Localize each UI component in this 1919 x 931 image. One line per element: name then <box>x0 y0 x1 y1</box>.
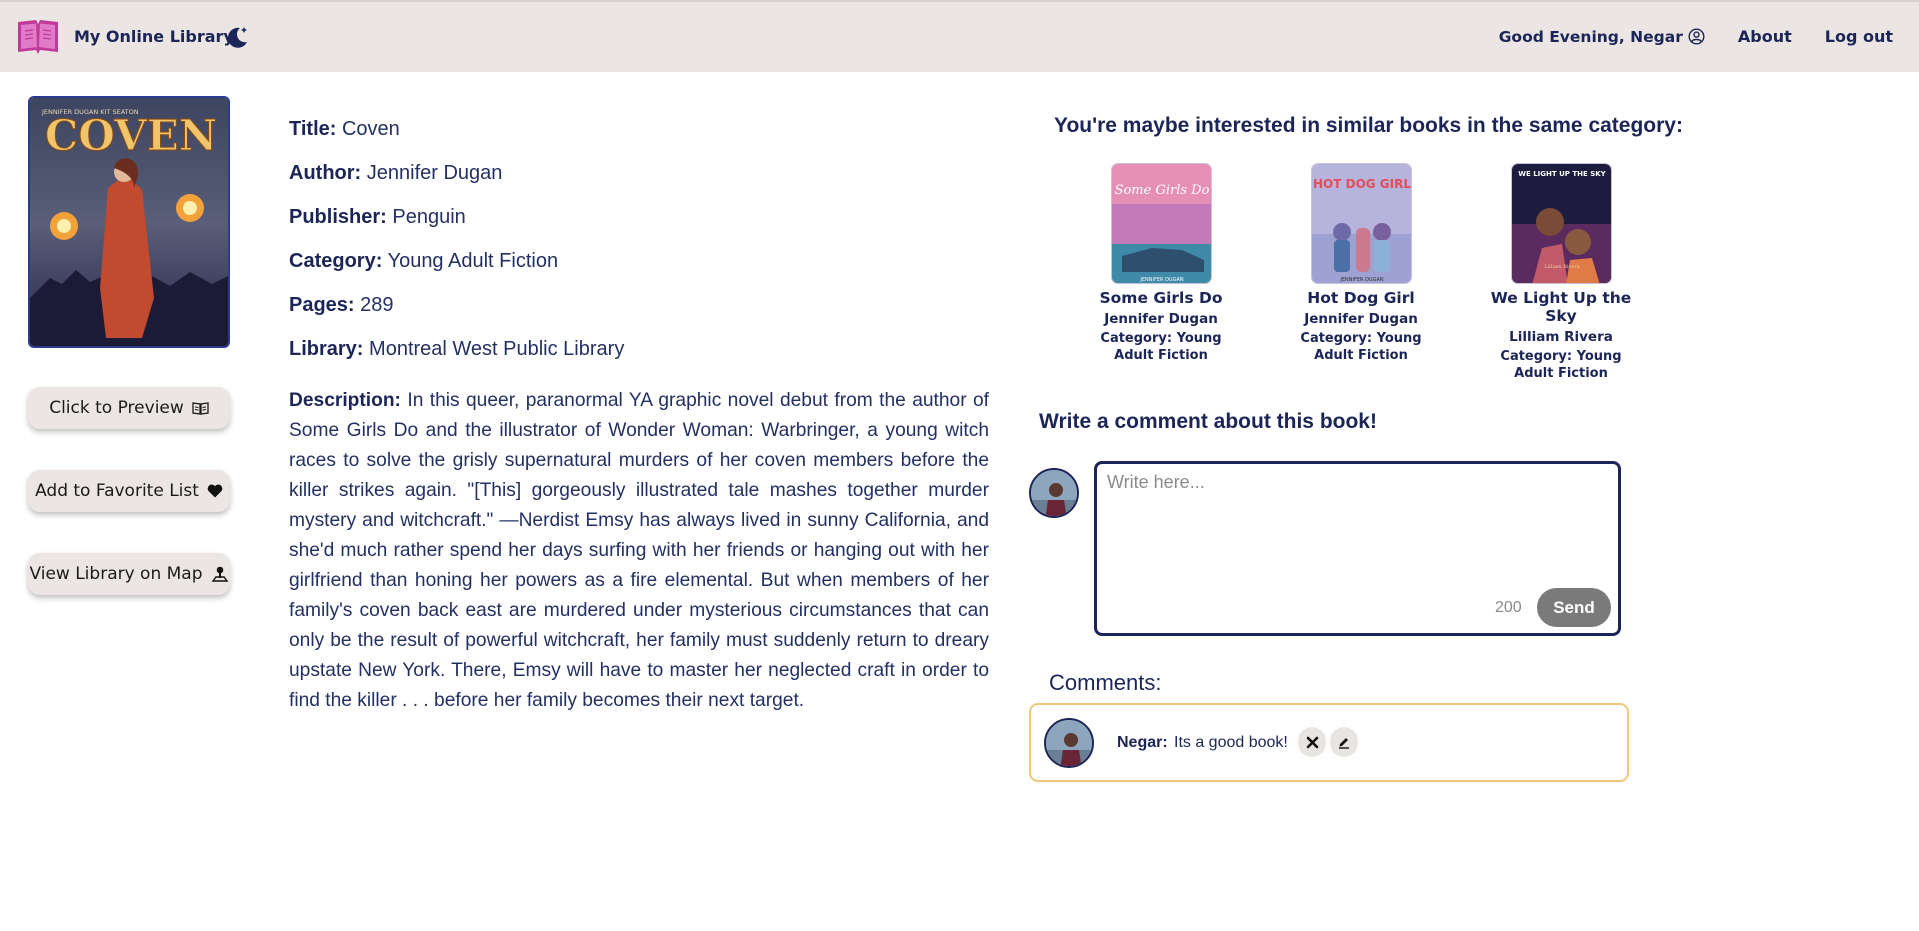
description-label: Description: <box>289 390 401 411</box>
detail-library: Library: Montreal West Public Library <box>289 334 989 378</box>
brand-link[interactable]: My Online Library <box>16 16 234 56</box>
book-details: Title: Coven Author: Jennifer Dugan Publ… <box>289 114 989 716</box>
navbar: My Online Library Good Evening, Negar Ab… <box>0 0 1919 72</box>
cover-author-text: JENNIFER DUGAN <box>1139 277 1183 283</box>
similar-book-title[interactable]: We Light Up the Sky <box>1481 289 1641 325</box>
delete-comment-button[interactable] <box>1298 727 1326 757</box>
cover-author-text: Lilliam Rivera <box>1544 264 1580 270</box>
similar-book-author: Jennifer Dugan <box>1304 311 1418 327</box>
pages-value: 289 <box>360 294 394 316</box>
preview-button[interactable]: Click to Preview <box>28 387 230 429</box>
similar-book-cover[interactable]: WE LIGHT UP THE SKY Lilliam Rivera <box>1510 163 1612 284</box>
comments-heading: Comments: <box>1049 670 1162 695</box>
heart-icon <box>207 484 223 498</box>
similar-book-cover[interactable]: Some Girls Do JENNIFER DUGAN <box>1110 163 1212 284</box>
similar-book-card[interactable]: WE LIGHT UP THE SKY Lilliam Rivera We Li… <box>1481 163 1641 382</box>
preview-label: Click to Preview <box>49 398 184 418</box>
pages-label: Pages: <box>289 294 355 316</box>
similar-book-category: Category: Young Adult Fiction <box>1300 331 1422 363</box>
similar-book-cover[interactable]: HOT DOG GIRL JENNIFER DUGAN <box>1310 163 1412 284</box>
send-button[interactable]: Send <box>1537 588 1611 627</box>
comment-item: Negar: Its a good book! <box>1029 703 1629 782</box>
similar-book-title[interactable]: Hot Dog Girl <box>1281 289 1441 307</box>
logout-link[interactable]: Log out <box>1825 27 1893 46</box>
close-icon <box>1306 736 1318 748</box>
nav-menu: Good Evening, Negar About Log out <box>1499 27 1893 46</box>
favorite-label: Add to Favorite List <box>35 481 199 501</box>
cover-text: Some Girls Do <box>1114 183 1209 198</box>
book-logo-icon <box>18 20 58 54</box>
similar-book-title[interactable]: Some Girls Do <box>1081 289 1241 307</box>
library-value: Montreal West Public Library <box>369 338 625 360</box>
comment-box: 200 Send <box>1094 461 1621 636</box>
avatar <box>1044 718 1094 768</box>
detail-category: Category: Young Adult Fiction <box>289 246 989 290</box>
view-map-button[interactable]: View Library on Map <box>28 553 230 595</box>
description-text: In this queer, paranormal YA graphic nov… <box>289 390 989 711</box>
detail-author: Author: Jennifer Dugan <box>289 158 989 202</box>
comment-author: Negar: <box>1117 734 1168 751</box>
comment-input[interactable] <box>1107 472 1597 582</box>
cover-text: HOT DOG GIRL <box>1313 177 1411 191</box>
category-value: Young Adult Fiction <box>387 250 559 272</box>
similar-books-heading: You're maybe interested in similar books… <box>1054 114 1683 137</box>
open-book-icon <box>192 402 209 415</box>
similar-book-card[interactable]: HOT DOG GIRL JENNIFER DUGAN Hot Dog Girl… <box>1281 163 1441 364</box>
publisher-value: Penguin <box>392 206 466 228</box>
similar-book-card[interactable]: Some Girls Do JENNIFER DUGAN Some Girls … <box>1081 163 1241 364</box>
category-label: Category: <box>289 250 383 272</box>
title-label: Title: <box>289 118 337 140</box>
similar-book-category: Category: Young Adult Fiction <box>1500 349 1622 381</box>
similar-book-category: Category: Young Adult Fiction <box>1100 331 1222 363</box>
cover-title-text: COVEN <box>45 111 217 160</box>
cover-author-text: JENNIFER DUGAN <box>1339 277 1383 283</box>
char-counter: 200 <box>1495 599 1522 616</box>
user-greeting[interactable]: Good Evening, Negar <box>1499 28 1705 46</box>
detail-title: Title: Coven <box>289 114 989 158</box>
similar-book-author: Lilliam Rivera <box>1509 329 1613 345</box>
map-label: View Library on Map <box>29 564 203 584</box>
user-circle-icon <box>1688 28 1705 45</box>
about-link[interactable]: About <box>1738 27 1792 46</box>
edit-comment-button[interactable] <box>1330 727 1358 757</box>
comment-text: Its a good book! <box>1174 734 1288 751</box>
pencil-icon <box>1339 738 1349 749</box>
similar-book-author: Jennifer Dugan <box>1104 311 1218 327</box>
cover-text: WE LIGHT UP THE SKY <box>1518 170 1606 178</box>
author-value: Jennifer Dugan <box>366 162 503 184</box>
brand-name: My Online Library <box>74 26 234 46</box>
description: Description: In this queer, paranormal Y… <box>289 386 989 716</box>
library-label: Library: <box>289 338 364 360</box>
publisher-label: Publisher: <box>289 206 387 228</box>
book-cover-image: JENNIFER DUGAN KIT SEATON COVEN <box>28 96 230 348</box>
map-pin-person-icon <box>211 566 228 582</box>
author-label: Author: <box>289 162 362 184</box>
greeting-text: Good Evening, Negar <box>1498 27 1683 46</box>
avatar <box>1029 468 1079 518</box>
detail-publisher: Publisher: Penguin <box>289 202 989 246</box>
title-value: Coven <box>341 118 400 140</box>
dark-mode-moon-icon[interactable] <box>224 24 250 50</box>
detail-pages: Pages: 289 <box>289 290 989 334</box>
write-comment-heading: Write a comment about this book! <box>1039 410 1377 433</box>
add-favorite-button[interactable]: Add to Favorite List <box>28 470 230 512</box>
